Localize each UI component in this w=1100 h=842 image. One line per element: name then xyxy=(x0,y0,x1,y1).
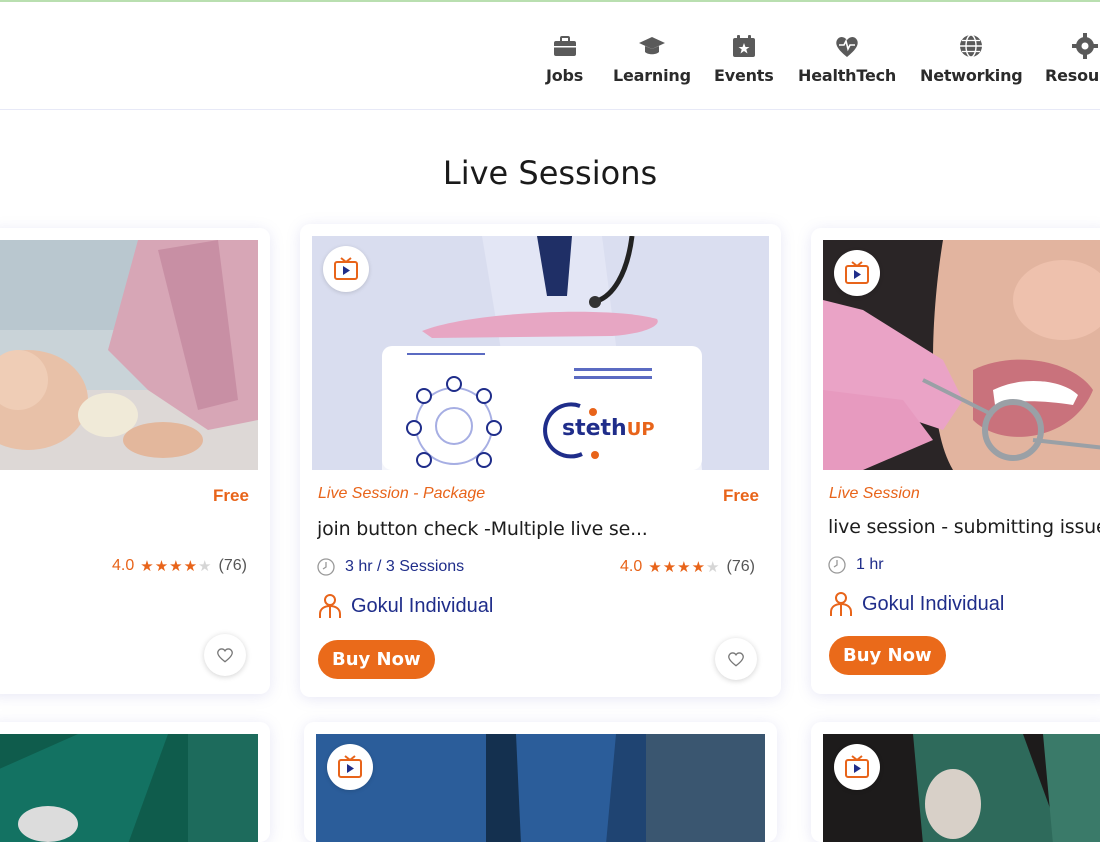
gear-icon xyxy=(1072,33,1098,59)
session-card[interactable] xyxy=(304,722,777,842)
session-title[interactable]: live session - submitting issue xyxy=(828,516,1100,538)
buy-now-button[interactable]: Buy Now xyxy=(318,640,435,679)
session-thumbnail: stethUP xyxy=(312,236,769,470)
nav-item-events[interactable]: Events xyxy=(714,32,774,85)
heart-outline-icon xyxy=(728,652,744,667)
category-label: Live Session xyxy=(829,485,920,502)
session-card[interactable]: Free 4.0 ★★★★★ (76) xyxy=(0,228,270,694)
duration: 3 hr / 3 Sessions xyxy=(317,558,464,576)
heart-pulse-icon xyxy=(836,37,858,57)
duration-text: 3 hr / 3 Sessions xyxy=(345,558,465,575)
nav-item-healthtech[interactable]: HealthTech xyxy=(798,32,896,85)
duration: 1 hr xyxy=(828,556,884,574)
session-thumbnail xyxy=(0,734,258,842)
nav-label: Events xyxy=(714,66,774,85)
nav-item-resources[interactable]: Resour xyxy=(1045,32,1100,85)
clock-icon xyxy=(317,558,335,576)
nav-item-learning[interactable]: Learning xyxy=(613,32,691,85)
live-tv-badge xyxy=(834,744,880,790)
stethup-logo: stethUP xyxy=(562,416,655,441)
live-tv-icon xyxy=(334,257,358,280)
session-card[interactable] xyxy=(0,722,270,842)
live-tv-badge xyxy=(327,744,373,790)
nav-label: Resour xyxy=(1045,66,1100,85)
favorite-button[interactable] xyxy=(204,634,246,676)
buy-now-button[interactable]: Buy Now xyxy=(829,636,946,675)
rating-stars: ★★★★★ xyxy=(648,559,721,576)
clock-icon xyxy=(828,556,846,574)
author[interactable]: Gokul Individual xyxy=(317,593,493,619)
globe-icon xyxy=(960,34,983,58)
live-tv-badge xyxy=(834,250,880,296)
nav-label: Learning xyxy=(613,66,691,85)
calendar-star-icon xyxy=(732,35,755,57)
author-name: Gokul Individual xyxy=(862,592,1005,615)
rating: 4.0 ★★★★★ (76) xyxy=(620,558,755,576)
live-tv-icon xyxy=(338,755,362,778)
rating-value: 4.0 xyxy=(620,558,643,575)
favorite-button[interactable] xyxy=(715,638,757,680)
session-card[interactable]: stethUP Live Session - Package Free join… xyxy=(300,224,781,697)
nav-label: Jobs xyxy=(546,66,584,85)
session-title[interactable]: join button check -Multiple live se... xyxy=(317,518,767,540)
graduation-cap-icon xyxy=(638,37,665,55)
price-label: Free xyxy=(723,486,759,505)
session-card[interactable] xyxy=(811,722,1100,842)
session-card[interactable]: Live Session live session - submitting i… xyxy=(811,228,1100,694)
category-label: Live Session - Package xyxy=(318,485,486,502)
user-icon xyxy=(319,594,341,618)
nav-item-networking[interactable]: Networking xyxy=(920,32,1023,85)
rating-count: (76) xyxy=(218,557,247,574)
duration-text: 1 hr xyxy=(856,556,884,573)
rating-value: 4.0 xyxy=(112,557,135,574)
author[interactable]: Gokul Individual xyxy=(828,591,1004,617)
author-name: Gokul Individual xyxy=(351,594,494,617)
rating-stars: ★★★★★ xyxy=(140,558,213,575)
briefcase-icon xyxy=(553,36,576,56)
rating-count: (76) xyxy=(726,558,755,575)
rating: 4.0 ★★★★★ (76) xyxy=(112,557,247,575)
live-tv-badge xyxy=(323,246,369,292)
nav-label: HealthTech xyxy=(798,66,897,85)
live-tv-icon xyxy=(845,261,869,284)
nav-label: Networking xyxy=(920,66,1023,85)
top-navbar: Jobs Learning Events HealthTech Networki… xyxy=(0,2,1100,110)
user-icon xyxy=(830,592,852,616)
price-label: Free xyxy=(213,486,249,505)
session-thumbnail xyxy=(0,240,258,470)
session-thumbnail xyxy=(316,734,765,842)
heart-outline-icon xyxy=(217,648,233,663)
page-title: Live Sessions xyxy=(442,154,658,192)
nav-item-jobs[interactable]: Jobs xyxy=(546,32,583,85)
live-tv-icon xyxy=(845,755,869,778)
